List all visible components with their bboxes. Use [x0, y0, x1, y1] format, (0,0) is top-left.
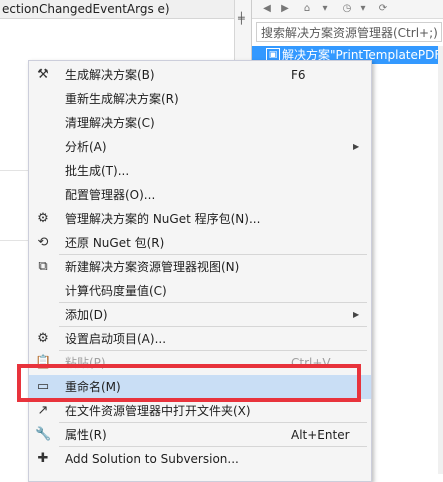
menu-item-restore-nuget[interactable]: ⟲ 还原 NuGet 包(R)	[29, 231, 371, 255]
back-icon[interactable]: ◀	[260, 2, 274, 16]
menu-item-build-solution[interactable]: ⚒ 生成解决方案(B) F6	[29, 63, 371, 87]
menu-item-new-explorer-view[interactable]: ⧉ 新建解决方案资源管理器视图(N)	[29, 255, 371, 279]
dropdown-icon[interactable]: ▾	[356, 2, 370, 16]
menu-separator	[59, 446, 367, 447]
menu-separator	[59, 254, 367, 255]
menu-item-analyze[interactable]: 分析(A) ▶	[29, 135, 371, 159]
nuget-icon: ⚙	[37, 211, 49, 226]
gear-icon: ⚙	[37, 331, 49, 346]
menu-item-label: 设置启动项目(A)...	[65, 332, 167, 346]
split-icon[interactable]: ╪	[238, 12, 245, 25]
menu-item-label: 添加(D)	[65, 308, 108, 322]
menu-item-manage-nuget[interactable]: ⚙ 管理解决方案的 NuGet 程序包(N)...	[29, 207, 371, 231]
menu-item-properties[interactable]: 🔧 属性(R) Alt+Enter	[29, 423, 371, 447]
menu-item-shortcut: F6	[291, 68, 306, 82]
menu-item-configuration-manager[interactable]: 配置管理器(O)...	[29, 183, 371, 207]
sync-icon[interactable]: ⟳	[376, 2, 390, 16]
editor-code-line: ectionChangedEventArgs e)	[0, 0, 236, 19]
menu-item-label: 计算代码度量值(C)	[65, 284, 167, 298]
menu-separator	[59, 350, 367, 351]
context-menu: ⚒ 生成解决方案(B) F6 重新生成解决方案(R) 清理解决方案(C) 分析(A) ▶ 批生…	[28, 60, 372, 482]
menu-separator	[59, 326, 367, 327]
history-icon[interactable]: ◷	[340, 2, 354, 16]
menu-item-label: 新建解决方案资源管理器视图(N)	[65, 260, 240, 274]
menu-item-label: 生成解决方案(B)	[65, 68, 155, 82]
menu-item-open-folder[interactable]: ↗ 在文件资源管理器中打开文件夹(X)	[29, 399, 371, 423]
menu-item-batch-build[interactable]: 批生成(T)...	[29, 159, 371, 183]
forward-icon[interactable]: ▶	[278, 2, 292, 16]
dropdown-icon[interactable]: ▾	[318, 2, 332, 16]
highlight-box	[17, 364, 361, 402]
svn-add-icon: ✚	[37, 451, 49, 466]
menu-item-label: 属性(R)	[65, 428, 107, 442]
menu-item-shortcut: Alt+Enter	[291, 428, 350, 442]
menu-item-code-metrics[interactable]: 计算代码度量值(C)	[29, 279, 371, 303]
blank-icon	[35, 283, 51, 299]
menu-item-label: 重新生成解决方案(R)	[65, 92, 179, 106]
submenu-arrow-icon: ▶	[353, 310, 360, 319]
blank-icon	[35, 307, 51, 323]
blank-icon	[35, 91, 51, 107]
new-view-icon: ⧉	[38, 259, 48, 274]
submenu-arrow-icon: ▶	[353, 142, 360, 151]
solution-explorer-search-input[interactable]: 搜索解决方案资源管理器(Ctrl+;)	[256, 22, 442, 42]
menu-item-rebuild-solution[interactable]: 重新生成解决方案(R)	[29, 87, 371, 111]
menu-item-label: 在文件资源管理器中打开文件夹(X)	[65, 404, 251, 418]
menu-item-clean-solution[interactable]: 清理解决方案(C)	[29, 111, 371, 135]
wrench-icon: 🔧	[35, 427, 52, 442]
menu-separator	[59, 422, 367, 423]
menu-item-label: 管理解决方案的 NuGet 程序包(N)...	[65, 212, 261, 226]
restore-icon: ⟲	[37, 235, 49, 250]
menu-item-add-to-subversion[interactable]: ✚ Add Solution to Subversion...	[29, 447, 371, 471]
menu-item-label: 配置管理器(O)...	[65, 188, 156, 202]
menu-item-label: 清理解决方案(C)	[65, 116, 155, 130]
editor-line-divider	[0, 240, 30, 241]
blank-icon	[35, 187, 51, 203]
blank-icon	[35, 115, 51, 131]
menu-item-add[interactable]: 添加(D) ▶	[29, 303, 371, 327]
home-icon[interactable]: ⌂	[300, 2, 314, 16]
open-folder-icon: ↗	[37, 403, 49, 418]
blank-icon	[35, 163, 51, 179]
solution-explorer-toolbar: ◀ ▶ ⌂ ▾ ◷ ▾ ⟳	[252, 0, 443, 19]
blank-icon	[35, 139, 51, 155]
menu-item-label: 分析(A)	[65, 140, 107, 154]
menu-item-label: 批生成(T)...	[65, 164, 130, 178]
scrollbar[interactable]	[438, 46, 443, 474]
menu-separator	[59, 302, 367, 303]
menu-item-set-startup[interactable]: ⚙ 设置启动项目(A)...	[29, 327, 371, 351]
build-icon: ⚒	[37, 67, 49, 82]
menu-item-label: 还原 NuGet 包(R)	[65, 236, 165, 250]
menu-item-label: Add Solution to Subversion...	[65, 452, 239, 466]
